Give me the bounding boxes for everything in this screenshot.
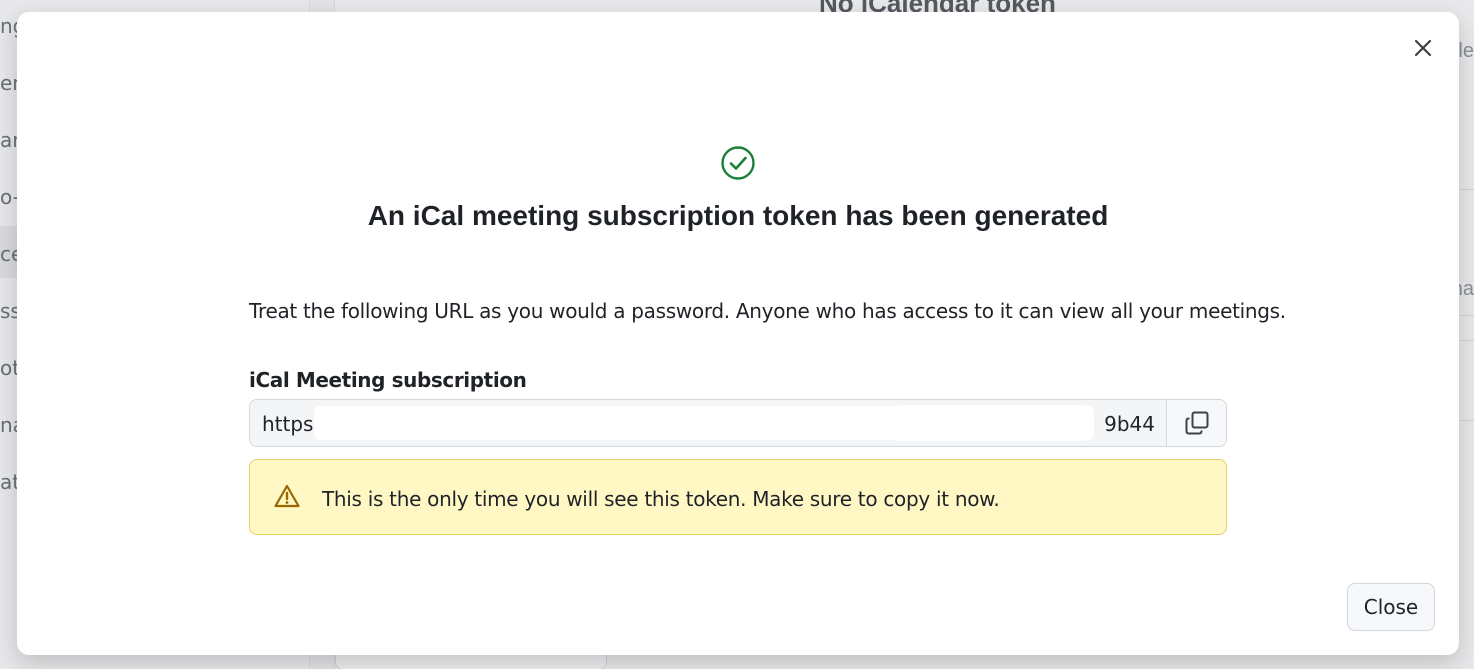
dialog-title: An iCal meeting subscription token has b… [367,200,1109,231]
redaction-overlay [890,405,1090,441]
copy-button[interactable] [1166,400,1226,446]
warning-banner: This is the only time you will see this … [249,459,1227,535]
dialog-description: Treat the following URL as you would a p… [249,299,1286,323]
url-start-text: https: [262,412,321,436]
subscription-url-group: https: 71ac0d7c8b7221 9b44 [249,399,1227,447]
close-button[interactable]: Close [1347,583,1435,631]
copy-icon [1185,411,1208,435]
background-fragment: le [1458,40,1474,62]
subscription-url-field[interactable]: https: 71ac0d7c8b7221 9b44 [250,400,1166,446]
check-circle-icon [721,146,755,180]
url-end-text: 9b44 [1104,412,1155,436]
token-generated-dialog: An iCal meeting subscription token has b… [17,12,1459,655]
alert-icon [274,484,300,508]
x-icon [1414,39,1432,57]
subscription-field-label: iCal Meeting subscription [249,368,527,392]
warning-text: This is the only time you will see this … [322,487,1000,511]
close-x-button[interactable] [1409,34,1437,62]
